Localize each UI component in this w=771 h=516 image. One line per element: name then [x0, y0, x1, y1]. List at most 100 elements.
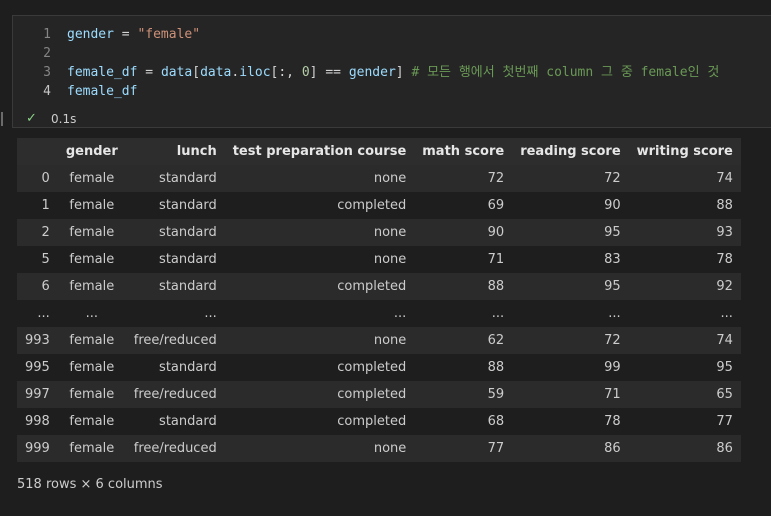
- table-cell: 90: [414, 219, 513, 246]
- code-line[interactable]: 3 female_df = data[data.iloc[:, 0] == gen…: [13, 63, 771, 82]
- table-cell: female: [57, 435, 126, 462]
- row-index: 6: [17, 273, 58, 300]
- table-cell: ...: [57, 300, 126, 327]
- table-cell: none: [224, 219, 415, 246]
- code-line[interactable]: 4 female_df: [13, 82, 771, 101]
- dataframe-output: gender lunch test preparation course math s…: [17, 138, 741, 462]
- code-token: "female": [137, 27, 201, 42]
- table-cell: free/reduced: [125, 435, 225, 462]
- line-number: 1: [43, 27, 51, 42]
- table-cell: 95: [628, 354, 741, 381]
- column-header: math score: [414, 138, 513, 165]
- table-row: 995 female standard completed 88 99 95: [17, 354, 741, 381]
- row-index: 0: [17, 165, 58, 192]
- table-cell: completed: [224, 408, 415, 435]
- table-cell: none: [224, 246, 415, 273]
- table-cell: 59: [414, 381, 513, 408]
- table-row: 997 female free/reduced completed 59 71 65: [17, 381, 741, 408]
- table-cell: 71: [512, 381, 629, 408]
- table-cell: 93: [628, 219, 741, 246]
- table-row: .....................: [17, 300, 741, 327]
- table-cell: 88: [414, 354, 513, 381]
- table-cell: female: [57, 408, 126, 435]
- checkmark-icon: ✓: [26, 111, 37, 126]
- line-number: 2: [43, 46, 51, 61]
- table-row: 999 female free/reduced none 77 86 86: [17, 435, 741, 462]
- table-cell: 99: [512, 354, 629, 381]
- table-cell: 68: [414, 408, 513, 435]
- column-header: test preparation course: [224, 138, 415, 165]
- table-cell: standard: [125, 219, 225, 246]
- execution-time: 0.1s: [51, 112, 77, 126]
- table-row: 993 female free/reduced none 62 72 74: [17, 327, 741, 354]
- table-cell: standard: [125, 408, 225, 435]
- table-cell: standard: [125, 165, 225, 192]
- table-cell: 88: [414, 273, 513, 300]
- table-cell: standard: [125, 273, 225, 300]
- row-index: 995: [17, 354, 58, 381]
- code-line[interactable]: 1 gender = "female": [13, 25, 771, 44]
- table-cell: ...: [628, 300, 741, 327]
- table-cell: none: [224, 165, 415, 192]
- table-cell: ...: [125, 300, 225, 327]
- code-token: ]: [395, 65, 412, 80]
- table-cell: 71: [414, 246, 513, 273]
- row-index: 998: [17, 408, 58, 435]
- table-cell: female: [57, 165, 126, 192]
- code-token: data: [200, 65, 232, 80]
- line-number: 4: [43, 84, 51, 99]
- table-cell: 83: [512, 246, 629, 273]
- table-cell: ...: [414, 300, 513, 327]
- column-header: writing score: [628, 138, 741, 165]
- table-cell: female: [57, 327, 126, 354]
- code-token: ] ==: [309, 65, 349, 80]
- index-header: [17, 138, 58, 165]
- code-token: gender: [67, 27, 114, 42]
- table-header-row: gender lunch test preparation course math s…: [17, 138, 741, 165]
- row-index: 999: [17, 435, 58, 462]
- code-token: 0: [301, 65, 310, 80]
- table-cell: 74: [628, 327, 741, 354]
- table-cell: ...: [224, 300, 415, 327]
- table-cell: completed: [224, 192, 415, 219]
- table-cell: standard: [125, 192, 225, 219]
- table-cell: 62: [414, 327, 513, 354]
- code-line[interactable]: 2: [13, 44, 771, 63]
- column-header: lunch: [125, 138, 225, 165]
- row-index: 997: [17, 381, 58, 408]
- table-cell: female: [57, 273, 126, 300]
- code-token: =: [137, 65, 161, 80]
- table-cell: completed: [224, 381, 415, 408]
- table-cell: female: [57, 192, 126, 219]
- table-cell: 86: [512, 435, 629, 462]
- table-cell: 74: [628, 165, 741, 192]
- code-token: [:,: [270, 65, 302, 80]
- table-row: 6 female standard completed 88 95 92: [17, 273, 741, 300]
- code-comment: # 모든 행에서 첫번째 column 그 중 female인 것: [411, 65, 720, 80]
- code-token: data: [160, 65, 193, 80]
- row-index: 1: [17, 192, 58, 219]
- code-editor[interactable]: 1 gender = "female" 2 3 female_df = data[dat…: [13, 25, 771, 101]
- row-index: ...: [17, 300, 58, 327]
- column-header: reading score: [512, 138, 629, 165]
- row-index: 993: [17, 327, 58, 354]
- table-cell: standard: [125, 246, 225, 273]
- table-cell: 77: [628, 408, 741, 435]
- table-cell: 72: [512, 327, 629, 354]
- row-index: 2: [17, 219, 58, 246]
- table-cell: none: [224, 435, 415, 462]
- code-cell[interactable]: 1 gender = "female" 2 3 female_df = data[dat…: [1, 15, 771, 128]
- table-cell: 86: [628, 435, 741, 462]
- table-row: 998 female standard completed 68 78 77: [17, 408, 741, 435]
- table-cell: 78: [512, 408, 629, 435]
- table-row: 5 female standard none 71 83 78: [17, 246, 741, 273]
- code-token: female_df: [67, 65, 138, 80]
- table-row: 1 female standard completed 69 90 88: [17, 192, 741, 219]
- code-token: =: [113, 27, 138, 42]
- table-cell: 65: [628, 381, 741, 408]
- table-cell: female: [57, 219, 126, 246]
- code-token: [: [192, 65, 201, 80]
- table-cell: free/reduced: [125, 381, 225, 408]
- table-cell: female: [57, 246, 126, 273]
- table-cell: 88: [628, 192, 741, 219]
